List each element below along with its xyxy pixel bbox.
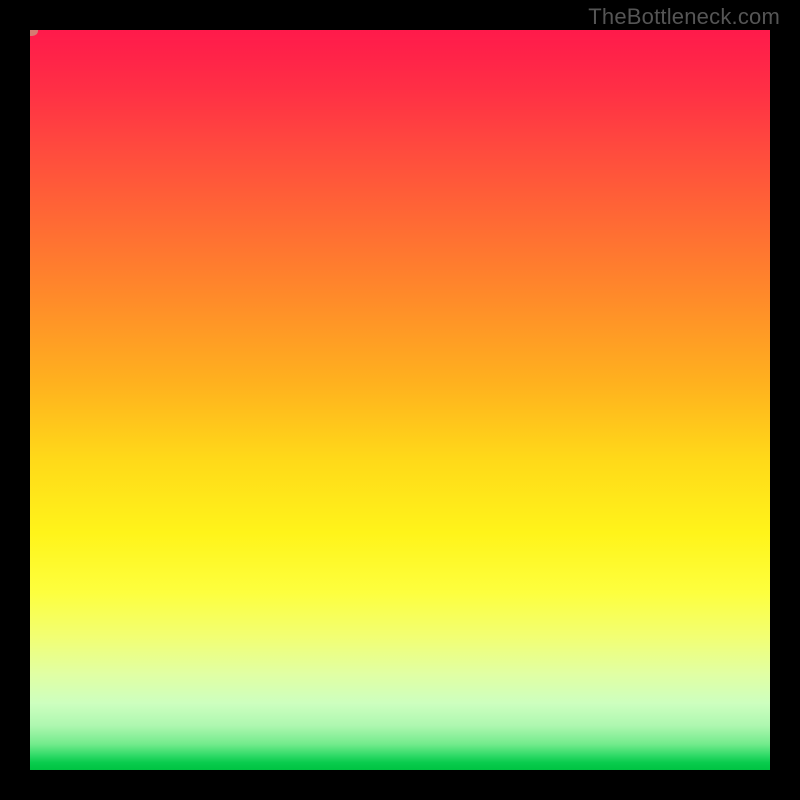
plot-area <box>30 30 770 770</box>
chart-frame: TheBottleneck.com <box>0 0 800 800</box>
curve-svg <box>30 30 770 770</box>
watermark-text: TheBottleneck.com <box>588 4 780 30</box>
